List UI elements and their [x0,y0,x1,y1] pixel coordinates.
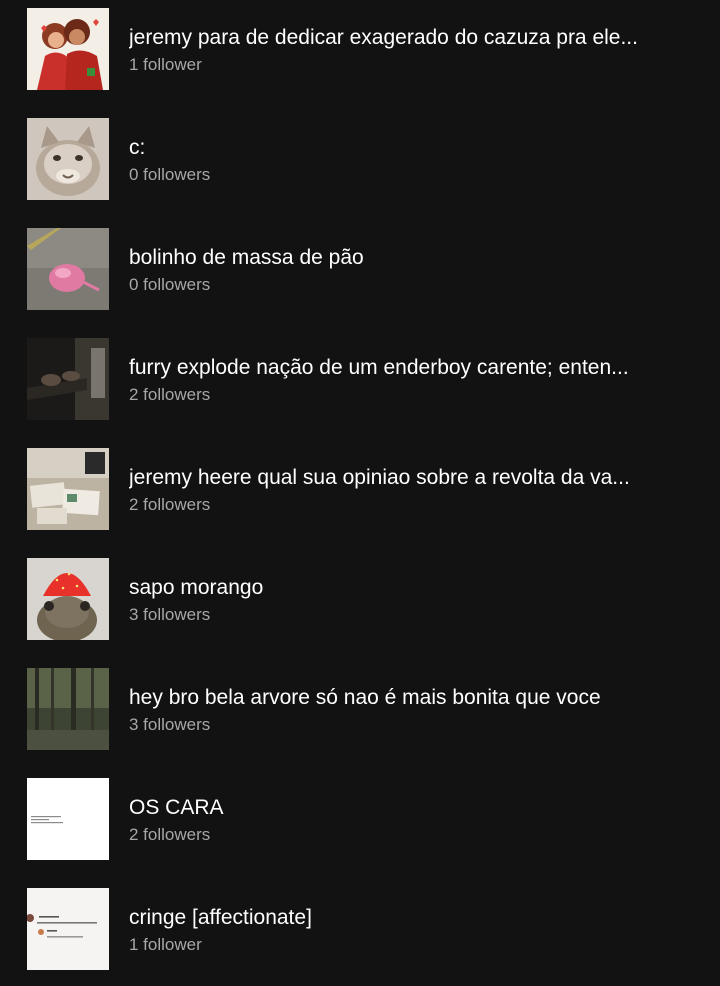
playlist-followers: 3 followers [129,715,211,734]
playlist-row[interactable]: OS CARA 2 followers [0,778,720,860]
playlist-meta: bolinho de massa de pão 0 followers [129,228,699,310]
playlist-cover-frog-strawberry-icon[interactable] [27,558,109,640]
playlist-row[interactable]: c: 0 followers [0,118,720,200]
playlist-followers: 2 followers [129,385,211,404]
playlist-cover-pink-dough-icon[interactable] [27,228,109,310]
playlist-title[interactable]: furry explode nação de um enderboy caren… [129,355,699,381]
playlist-cover-cartoon-couple-icon[interactable] [27,8,109,90]
playlist-followers: 0 followers [129,165,211,184]
playlist-followers: 3 followers [129,605,211,624]
playlist-meta: c: 0 followers [129,118,699,200]
playlist-meta: sapo morango 3 followers [129,558,699,640]
playlist-meta: furry explode nação de um enderboy caren… [129,338,699,420]
playlist-meta: cringe [affectionate] 1 follower [129,888,699,970]
playlist-meta: jeremy heere qual sua opiniao sobre a re… [129,448,699,530]
playlist-cover-forest-icon[interactable] [27,668,109,750]
playlist-followers: 1 follower [129,935,202,954]
playlist-followers: 1 follower [129,55,202,74]
playlist-row[interactable]: cringe [affectionate] 1 follower [0,888,720,970]
playlist-row[interactable]: jeremy para de dedicar exagerado do cazu… [0,8,720,90]
playlist-followers: 0 followers [129,275,211,294]
playlist-list: jeremy para de dedicar exagerado do cazu… [0,0,720,986]
playlist-title[interactable]: sapo morango [129,575,699,601]
playlist-cover-chat-screenshot-icon[interactable] [27,888,109,970]
playlist-row[interactable]: furry explode nação de um enderboy caren… [0,338,720,420]
playlist-followers: 2 followers [129,495,211,514]
playlist-cover-text-screenshot-icon[interactable] [27,778,109,860]
playlist-title[interactable]: jeremy para de dedicar exagerado do cazu… [129,25,699,51]
playlist-meta: hey bro bela arvore só nao é mais bonita… [129,668,699,750]
playlist-title[interactable]: bolinho de massa de pão [129,245,699,271]
playlist-row[interactable]: jeremy heere qual sua opiniao sobre a re… [0,448,720,530]
playlist-cover-desk-papers-icon[interactable] [27,448,109,530]
playlist-title[interactable]: c: [129,135,699,161]
playlist-title[interactable]: jeremy heere qual sua opiniao sobre a re… [129,465,699,491]
playlist-row[interactable]: hey bro bela arvore só nao é mais bonita… [0,668,720,750]
playlist-row[interactable]: sapo morango 3 followers [0,558,720,640]
playlist-cover-cat-face-icon[interactable] [27,118,109,200]
playlist-followers: 2 followers [129,825,211,844]
playlist-row[interactable]: bolinho de massa de pão 0 followers [0,228,720,310]
playlist-title[interactable]: hey bro bela arvore só nao é mais bonita… [129,685,699,711]
playlist-cover-piano-hands-icon[interactable] [27,338,109,420]
playlist-title[interactable]: cringe [affectionate] [129,905,699,931]
playlist-meta: jeremy para de dedicar exagerado do cazu… [129,8,699,90]
playlist-meta: OS CARA 2 followers [129,778,699,860]
playlist-title[interactable]: OS CARA [129,795,699,821]
